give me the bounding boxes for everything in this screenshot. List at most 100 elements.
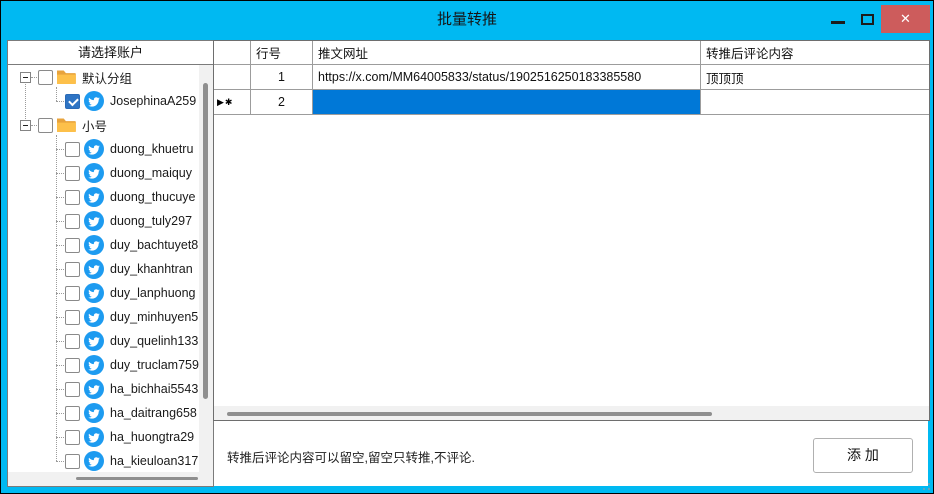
- account-checkbox[interactable]: [65, 310, 80, 325]
- tree-horizontal-scrollbar[interactable]: [8, 472, 199, 486]
- twitter-icon: [84, 427, 104, 447]
- url-cell[interactable]: https://x.com/MM64005833/status/19025162…: [313, 65, 701, 89]
- scrollbar-thumb[interactable]: [227, 412, 712, 416]
- twitter-icon: [84, 259, 104, 279]
- tree-group-default[interactable]: 默认分组: [8, 65, 199, 89]
- account-checkbox[interactable]: [65, 190, 80, 205]
- tree-account-item[interactable]: duong_maiquy: [8, 161, 199, 185]
- account-checkbox[interactable]: [65, 94, 80, 109]
- account-checkbox[interactable]: [65, 238, 80, 253]
- account-checkbox[interactable]: [65, 406, 80, 421]
- account-label: duy_quelinh133: [110, 334, 198, 348]
- account-label: ha_daitrang658: [110, 406, 197, 420]
- account-label: ha_huongtra29: [110, 430, 194, 444]
- account-label: duy_truclam759: [110, 358, 199, 372]
- account-label: duong_thucuye: [110, 190, 196, 204]
- minimize-button[interactable]: [831, 21, 845, 24]
- account-label: JosephinaA259: [110, 94, 196, 108]
- folder-icon: [56, 117, 76, 133]
- grid-header-row: 行号 推文网址 转推后评论内容: [214, 41, 929, 65]
- comment-cell[interactable]: 顶顶顶: [701, 65, 929, 89]
- accounts-tree: 默认分组 JosephinaA259 小号 duong_khuetru: [8, 65, 199, 472]
- resize-grip-icon[interactable]: [920, 480, 930, 490]
- url-cell-selected[interactable]: [313, 90, 701, 114]
- lineno-cell[interactable]: 2: [251, 90, 313, 114]
- twitter-icon: [84, 403, 104, 423]
- account-label: duy_bachtuyet8: [110, 238, 198, 252]
- row-header-cell[interactable]: [214, 65, 251, 89]
- group-checkbox[interactable]: [38, 70, 53, 85]
- tree-account-item[interactable]: JosephinaA259: [8, 89, 199, 113]
- collapse-icon[interactable]: [20, 120, 31, 131]
- twitter-icon: [84, 283, 104, 303]
- tree-account-item[interactable]: duy_truclam759: [8, 353, 199, 377]
- twitter-icon: [84, 163, 104, 183]
- account-checkbox[interactable]: [65, 166, 80, 181]
- account-checkbox[interactable]: [65, 262, 80, 277]
- grid-horizontal-scrollbar[interactable]: [214, 406, 929, 420]
- twitter-icon: [84, 139, 104, 159]
- tree-account-item[interactable]: ha_kieuloan317: [8, 449, 199, 472]
- twitter-icon: [84, 379, 104, 399]
- tree-account-item[interactable]: duy_quelinh133: [8, 329, 199, 353]
- account-label: duong_khuetru: [110, 142, 193, 156]
- app-window: 批量转推 ✕ 请选择账户 默认分组 JosephinaA259: [0, 0, 934, 494]
- comment-cell[interactable]: [701, 90, 929, 114]
- account-label: ha_bichhai5543: [110, 382, 198, 396]
- twitter-icon: [84, 187, 104, 207]
- account-checkbox[interactable]: [65, 430, 80, 445]
- account-label: duong_tuly297: [110, 214, 192, 228]
- scrollbar-corner: [199, 472, 213, 486]
- row-header-cell[interactable]: ▶✱: [214, 90, 251, 114]
- grid-header-lineno[interactable]: 行号: [251, 41, 313, 64]
- grid-header-rowselector[interactable]: [214, 41, 251, 64]
- account-checkbox[interactable]: [65, 382, 80, 397]
- group-checkbox[interactable]: [38, 118, 53, 133]
- tree-account-item[interactable]: duy_khanhtran: [8, 257, 199, 281]
- account-label: duong_maiquy: [110, 166, 192, 180]
- tree-account-item[interactable]: duong_khuetru: [8, 137, 199, 161]
- twitter-icon: [84, 331, 104, 351]
- twitter-icon: [84, 355, 104, 375]
- tree-account-item[interactable]: duy_bachtuyet8: [8, 233, 199, 257]
- folder-icon: [56, 69, 76, 85]
- twitter-icon: [84, 307, 104, 327]
- group-label: 小号: [82, 116, 107, 135]
- account-checkbox[interactable]: [65, 334, 80, 349]
- grid-row-2: ▶✱ 2: [214, 90, 929, 115]
- tree-account-item[interactable]: duong_tuly297: [8, 209, 199, 233]
- close-button[interactable]: ✕: [881, 5, 930, 33]
- tree-account-item[interactable]: ha_bichhai5543: [8, 377, 199, 401]
- account-label: duy_minhuyen5: [110, 310, 198, 324]
- grid-header-url[interactable]: 推文网址: [313, 41, 701, 64]
- account-checkbox[interactable]: [65, 358, 80, 373]
- accounts-panel-header: 请选择账户: [8, 41, 213, 65]
- add-button[interactable]: 添 加: [813, 438, 913, 473]
- scrollbar-thumb[interactable]: [203, 83, 208, 399]
- collapse-icon[interactable]: [20, 72, 31, 83]
- tree-account-item[interactable]: ha_daitrang658: [8, 401, 199, 425]
- account-checkbox[interactable]: [65, 286, 80, 301]
- twitter-icon: [84, 91, 104, 111]
- tree-account-item[interactable]: duy_lanphuong: [8, 281, 199, 305]
- tweets-grid: 行号 推文网址 转推后评论内容 1 https://x.com/MM640058…: [213, 40, 930, 421]
- grid-row-1: 1 https://x.com/MM64005833/status/190251…: [214, 65, 929, 90]
- account-label: duy_lanphuong: [110, 286, 196, 300]
- scrollbar-thumb[interactable]: [76, 477, 198, 480]
- account-checkbox[interactable]: [65, 142, 80, 157]
- twitter-icon: [84, 211, 104, 231]
- tree-account-item[interactable]: ha_huongtra29: [8, 425, 199, 449]
- tree-group-alts[interactable]: 小号: [8, 113, 199, 137]
- tree-vertical-scrollbar[interactable]: [199, 65, 213, 472]
- tree-account-item[interactable]: duong_thucuye: [8, 185, 199, 209]
- twitter-icon: [84, 235, 104, 255]
- maximize-button[interactable]: [861, 14, 874, 25]
- titlebar: 批量转推 ✕: [1, 1, 933, 40]
- new-row-edit-indicator: ▶✱: [217, 97, 233, 108]
- lineno-cell[interactable]: 1: [251, 65, 313, 89]
- account-checkbox[interactable]: [65, 214, 80, 229]
- grid-header-comment[interactable]: 转推后评论内容: [701, 41, 929, 64]
- tree-account-item[interactable]: duy_minhuyen5: [8, 305, 199, 329]
- account-checkbox[interactable]: [65, 454, 80, 469]
- account-label: duy_khanhtran: [110, 262, 193, 276]
